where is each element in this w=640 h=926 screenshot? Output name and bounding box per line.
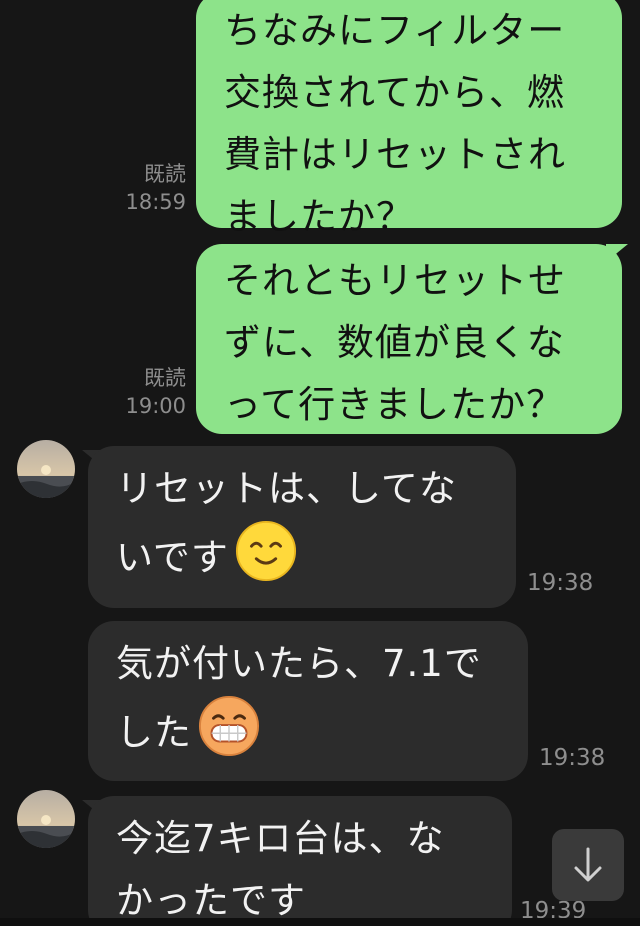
message-timestamp: 18:59: [125, 190, 186, 214]
arrow-down-icon: [574, 847, 602, 882]
message-line-with-emoji: いです: [116, 520, 494, 589]
message-line: ずに、数値が良くな: [224, 321, 565, 364]
message-timestamp: 19:38: [539, 745, 606, 771]
message-meta: 既読 19:00: [110, 364, 186, 420]
contact-avatar[interactable]: [17, 790, 75, 848]
message-line: ましたか？: [224, 195, 414, 238]
chat-screen: ちなみにフィルター 交換されてから、燃 費計はリセットされ ましたか？ 既読 1…: [0, 0, 640, 926]
sunset-photo-icon: [17, 440, 75, 498]
read-receipt: 既読: [144, 162, 186, 186]
message-line: って行きましたか？: [224, 383, 565, 426]
message-line: 費計はリセットされ: [224, 133, 566, 176]
outgoing-message-bubble[interactable]: それともリセットせ ずに、数値が良くな って行きましたか？: [196, 244, 622, 434]
sunset-photo-icon: [17, 790, 75, 848]
message-timestamp: 19:00: [125, 394, 186, 418]
message-line: 気が付いたら、7.1で: [116, 642, 482, 685]
message-line: それともリセットせ: [224, 259, 566, 302]
message-meta: 既読 18:59: [110, 160, 186, 216]
outgoing-message-bubble[interactable]: ちなみにフィルター 交換されてから、燃 費計はリセットされ ましたか？: [196, 0, 622, 238]
incoming-message-bubble[interactable]: 気が付いたら、7.1で した: [88, 621, 528, 781]
message-timestamp: 19:38: [527, 570, 594, 596]
scroll-to-bottom-button[interactable]: [552, 829, 624, 901]
message-line: リセットは、してな: [116, 467, 457, 510]
contact-avatar[interactable]: [17, 440, 75, 498]
incoming-message-bubble[interactable]: リセットは、してな いです: [88, 446, 516, 608]
grinning-face-emoji: [198, 695, 260, 757]
message-line: 今迄7キロ台は、な: [116, 817, 445, 860]
message-line: した: [116, 711, 192, 754]
message-line: 交換されてから、燃: [224, 71, 565, 114]
incoming-message-bubble[interactable]: 今迄7キロ台は、な かったです: [88, 796, 512, 926]
message-line: ちなみにフィルター: [224, 9, 566, 52]
message-line: いです: [116, 536, 229, 579]
message-line-with-emoji: した: [116, 695, 506, 764]
bottom-edge: [0, 918, 640, 926]
read-receipt: 既読: [144, 366, 186, 390]
smiling-face-emoji: [235, 520, 296, 582]
